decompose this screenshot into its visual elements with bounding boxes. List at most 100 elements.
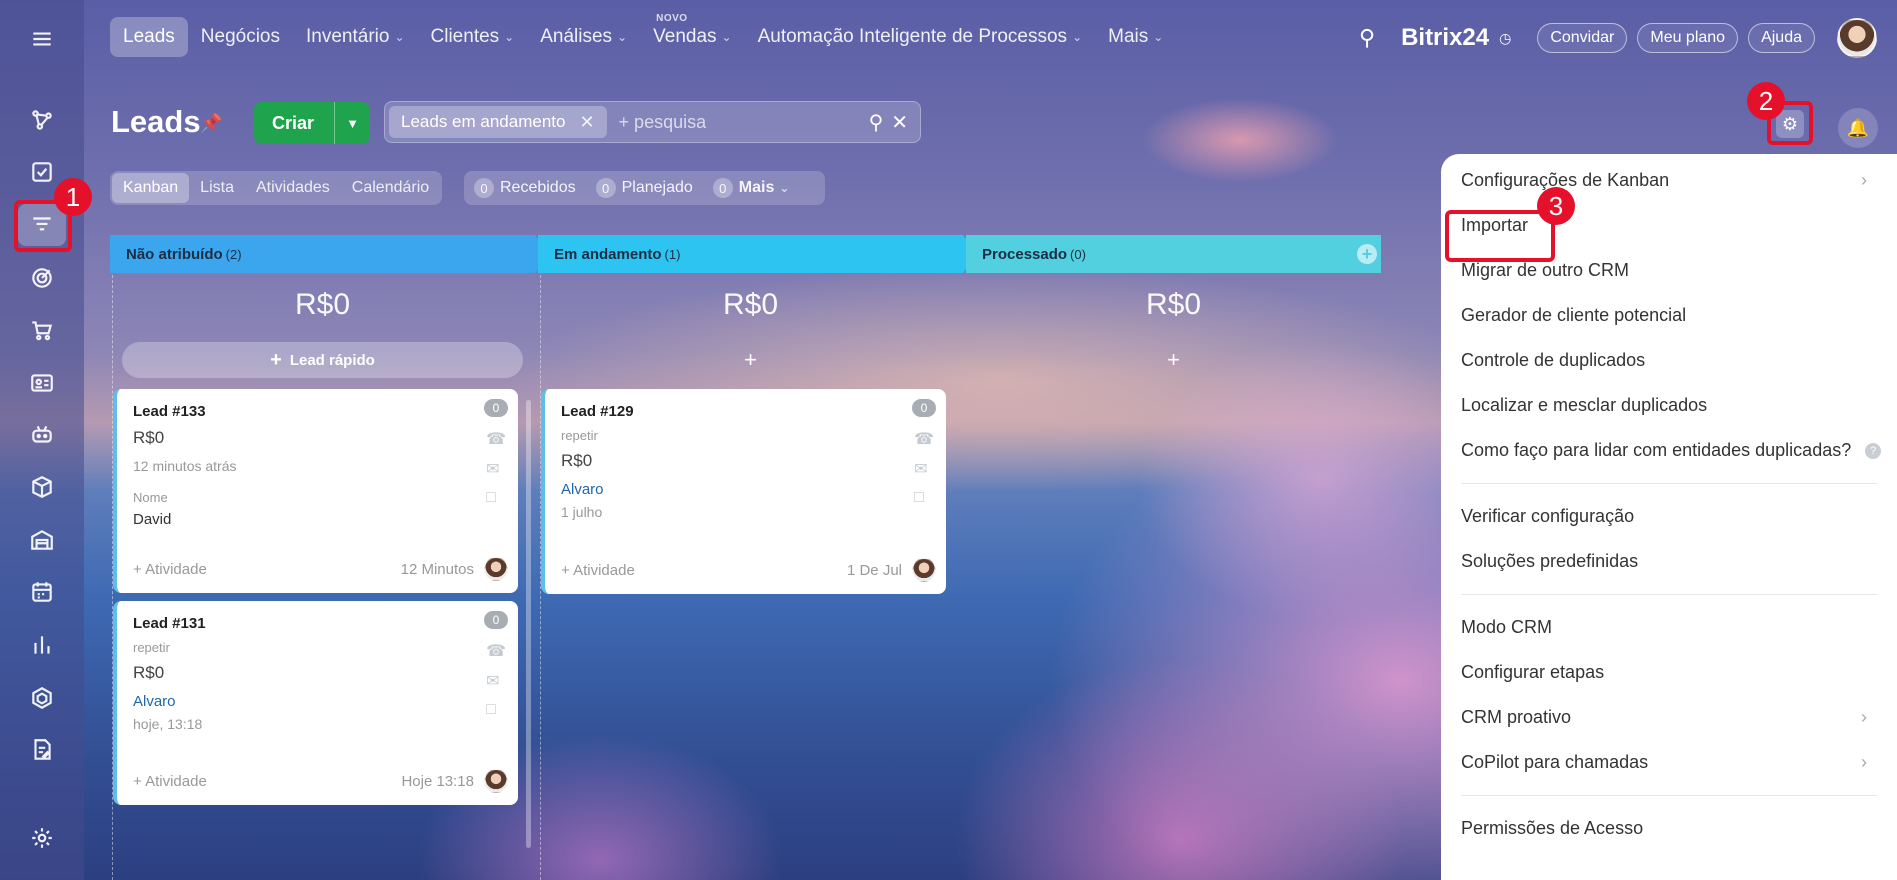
tab-calendario[interactable]: Calendário (341, 173, 440, 203)
menu-item-proactive-crm[interactable]: CRM proativo › (1441, 695, 1897, 740)
counter-value: 0 (595, 178, 616, 198)
menu-item-crm-mode[interactable]: Modo CRM (1441, 605, 1897, 650)
menu-icon[interactable] (18, 18, 66, 60)
column-processado: Processado (0) + R$0 + (966, 235, 1381, 378)
help-icon[interactable]: ? (1865, 442, 1882, 459)
card-contact-link[interactable]: Alvaro (561, 481, 932, 498)
phone-icon[interactable]: ☎ (486, 429, 506, 449)
column-header[interactable]: Não atribuído (2) (110, 235, 549, 273)
contacts-icon[interactable] (18, 362, 66, 404)
bell-icon[interactable]: 🔔 (1838, 108, 1878, 148)
nav-vendas[interactable]: NOVO Vendas ⌄ (640, 13, 744, 57)
add-card-button[interactable]: + (538, 342, 963, 378)
create-label: Criar (272, 112, 315, 133)
menu-item-merge-duplicates[interactable]: Localizar e mesclar duplicados (1441, 383, 1897, 428)
warehouse-icon[interactable] (18, 519, 66, 561)
nav-inventario[interactable]: Inventário ⌄ (293, 17, 418, 57)
flow-icon[interactable] (18, 99, 66, 141)
add-stage-icon[interactable]: + (1357, 244, 1377, 264)
close-icon[interactable]: ✕ (579, 112, 594, 133)
tab-kanban[interactable]: Kanban (112, 173, 190, 203)
invite-button[interactable]: Convidar (1537, 23, 1628, 53)
user-avatar[interactable] (1837, 18, 1877, 58)
menu-item-copilot-calls[interactable]: CoPilot para chamadas › (1441, 740, 1897, 785)
chevron-right-icon: › (1861, 752, 1867, 772)
clock-icon[interactable]: ◷ (1499, 30, 1511, 47)
responsible-avatar[interactable] (912, 558, 936, 582)
search-icon[interactable]: ⚲ (869, 110, 884, 135)
menu-item-access-permissions[interactable]: Permissões de Acesso (1441, 806, 1897, 851)
chat-icon[interactable]: □ (486, 701, 506, 719)
nav-mais[interactable]: Mais ⌄ (1095, 17, 1176, 57)
menu-item-predefined-solutions[interactable]: Soluções predefinidas (1441, 539, 1897, 584)
column-scrollbar[interactable] (526, 400, 531, 848)
search-icon[interactable]: ⚲ (1359, 25, 1375, 51)
menu-item-duplicate-control[interactable]: Controle de duplicados (1441, 338, 1897, 383)
menu-item-check-config[interactable]: Verificar configuração (1441, 494, 1897, 539)
column-header[interactable]: Processado (0) + (966, 235, 1381, 273)
chat-icon[interactable]: □ (914, 489, 934, 507)
calendar-icon[interactable] (18, 571, 66, 613)
tab-atividades[interactable]: Atividades (245, 173, 341, 203)
nav-negocios[interactable]: Negócios (188, 17, 293, 57)
mail-icon[interactable]: ✉ (486, 671, 506, 691)
column-header[interactable]: Em andamento (1) (538, 235, 977, 273)
chat-icon[interactable]: □ (486, 489, 506, 507)
add-activity-link[interactable]: + Atividade (133, 561, 207, 578)
analytics-icon[interactable] (18, 624, 66, 666)
card-title[interactable]: Lead #131 (133, 615, 504, 632)
counter-mais[interactable]: 0 Mais ⌄ (712, 178, 789, 198)
menu-separator (1461, 594, 1877, 595)
help-button[interactable]: Ajuda (1748, 23, 1815, 53)
card-badge: 0 (912, 399, 936, 417)
pin-icon[interactable]: 📌 (200, 113, 222, 134)
menu-label: Gerador de cliente potencial (1461, 305, 1687, 325)
menu-label: Localizar e mesclar duplicados (1461, 395, 1708, 415)
box-icon[interactable] (18, 466, 66, 508)
plus-icon: + (270, 348, 282, 371)
card-title[interactable]: Lead #133 (133, 403, 504, 420)
menu-label: Permissões de Acesso (1461, 818, 1644, 838)
phone-icon[interactable]: ☎ (486, 641, 506, 661)
nav-analises[interactable]: Análises ⌄ (527, 17, 640, 57)
lead-card-131[interactable]: Lead #131 repetir R$0 Alvaro hoje, 13:18… (113, 601, 518, 805)
responsible-avatar[interactable] (484, 557, 508, 581)
robot-icon[interactable] (18, 414, 66, 456)
nav-leads[interactable]: Leads (110, 17, 188, 57)
target-icon[interactable] (18, 257, 66, 299)
lead-card-133[interactable]: Lead #133 R$0 12 minutos atrás Nome Davi… (113, 389, 518, 593)
card-contact-link[interactable]: Alvaro (133, 693, 504, 710)
document-edit-icon[interactable] (18, 729, 66, 771)
clear-icon[interactable]: ✕ (891, 110, 908, 135)
mail-icon[interactable]: ✉ (914, 459, 934, 479)
nav-automacao[interactable]: Automação Inteligente de Processos ⌄ (745, 17, 1096, 57)
settings-icon[interactable] (18, 817, 66, 859)
responsible-avatar[interactable] (484, 769, 508, 793)
card-subtitle: repetir (133, 640, 170, 655)
card-title[interactable]: Lead #129 (561, 403, 932, 420)
counter-recebidos[interactable]: 0 Recebidos (474, 178, 576, 198)
search-input[interactable] (606, 111, 869, 133)
chevron-down-icon: ⌄ (721, 30, 732, 44)
hexagon-icon[interactable] (18, 677, 66, 719)
chevron-down-icon[interactable]: ▼ (334, 102, 370, 144)
nav-clientes[interactable]: Clientes ⌄ (418, 17, 528, 57)
phone-icon[interactable]: ☎ (914, 429, 934, 449)
tab-lista[interactable]: Lista (189, 173, 245, 203)
mail-icon[interactable]: ✉ (486, 459, 506, 479)
add-activity-link[interactable]: + Atividade (133, 773, 207, 790)
my-plan-button[interactable]: Meu plano (1637, 23, 1739, 53)
menu-item-duplicates-help[interactable]: Como faço para lidar com entidades dupli… (1441, 428, 1897, 473)
cart-icon[interactable] (18, 309, 66, 351)
add-card-button[interactable]: + (966, 342, 1381, 378)
lead-card-129[interactable]: Lead #129 repetir R$0 Alvaro 1 julho 0 ☎… (541, 389, 946, 594)
add-activity-link[interactable]: + Atividade (561, 562, 635, 579)
card-created-time: 1 julho (561, 504, 603, 520)
menu-item-configure-stages[interactable]: Configurar etapas (1441, 650, 1897, 695)
filter-chip[interactable]: Leads em andamento ✕ (389, 106, 607, 138)
counter-planejado[interactable]: 0 Planejado (595, 178, 693, 198)
quick-lead-button[interactable]: + Lead rápido (122, 342, 523, 378)
create-button[interactable]: Criar ▼ (254, 102, 370, 144)
menu-item-lead-generator[interactable]: Gerador de cliente potencial (1441, 293, 1897, 338)
menu-item-kanban-settings[interactable]: Configurações de Kanban › (1441, 158, 1897, 203)
